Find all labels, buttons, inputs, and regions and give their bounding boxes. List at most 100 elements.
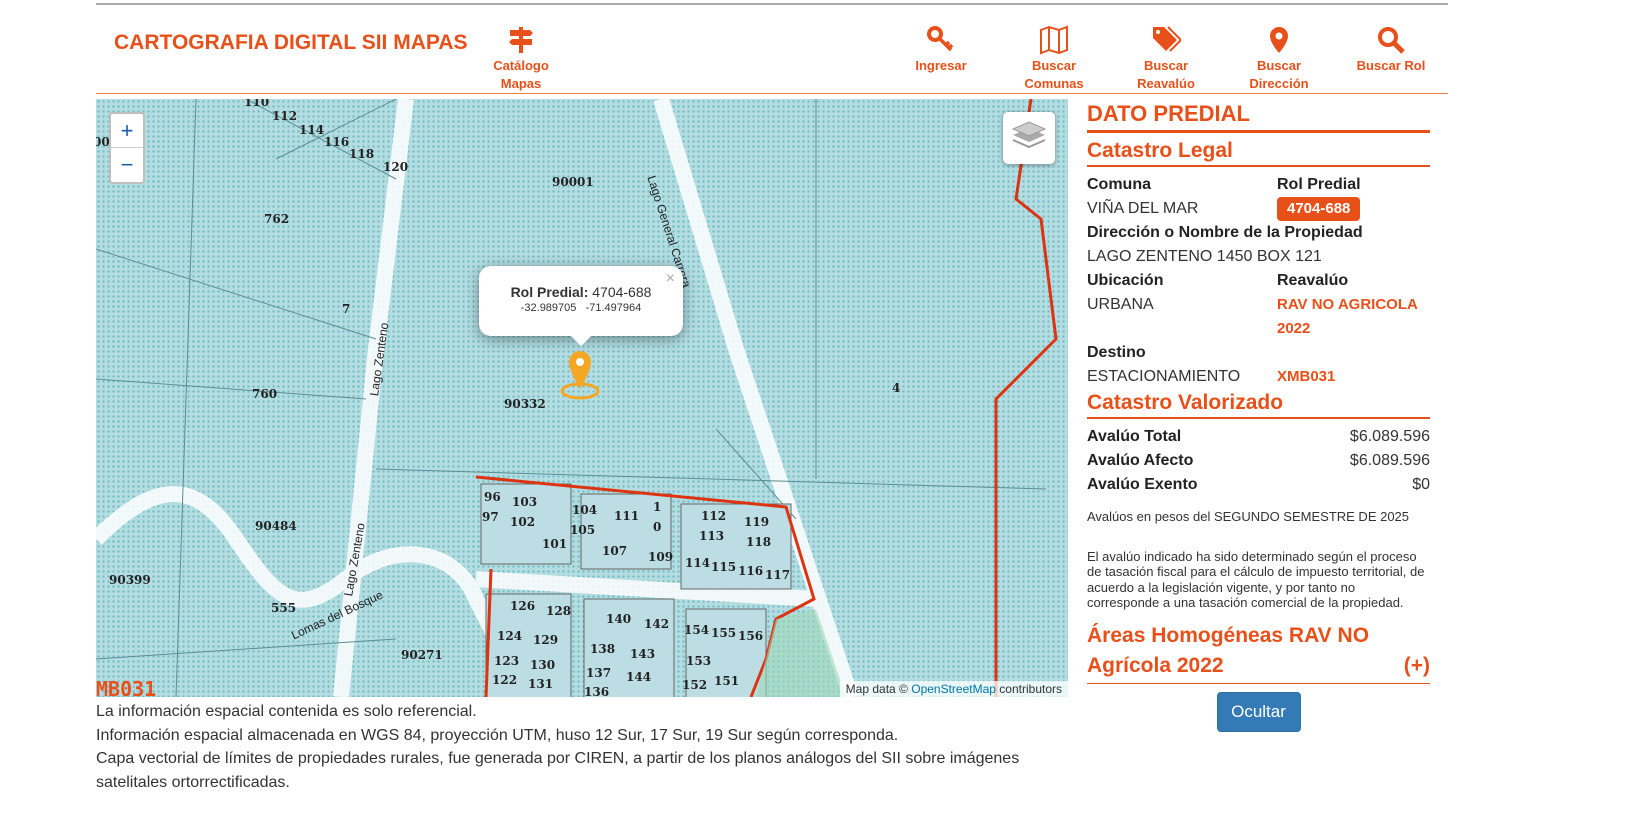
parcel-label: 119 bbox=[744, 515, 770, 529]
map-popup: × Rol Predial: 4704-688 -32.989705 -71.4… bbox=[479, 266, 683, 346]
parcel-label: 153 bbox=[686, 654, 712, 668]
nav-buscar-comunas[interactable]: Buscar Comunas bbox=[999, 25, 1109, 93]
reavaluo-link[interactable]: RAV NO AGRICOLA bbox=[1277, 293, 1467, 317]
reavaluo-year[interactable]: 2022 bbox=[1277, 317, 1467, 341]
popup-close-button[interactable]: × bbox=[666, 270, 675, 288]
map-attribution: Map data © OpenStreetMap contributors bbox=[839, 681, 1068, 697]
parcel-label: 0 bbox=[653, 520, 662, 534]
ubicacion-value: URBANA bbox=[1087, 296, 1154, 313]
map-marker-icon[interactable] bbox=[558, 349, 602, 401]
parcel-label: 130 bbox=[530, 658, 556, 672]
parcel-label: 102 bbox=[510, 515, 536, 529]
map-notes: La información espacial contenida es sol… bbox=[96, 700, 1068, 794]
parcel-label: 112 bbox=[272, 109, 298, 123]
parcel-label: 97 bbox=[482, 510, 499, 524]
attribution-text: Map data © bbox=[845, 682, 908, 696]
parcel-label: 143 bbox=[630, 647, 656, 661]
nav-label: Reavalúo bbox=[1137, 76, 1195, 91]
attribution-text: contributors bbox=[999, 682, 1062, 696]
rol-label: Rol Predial bbox=[1277, 176, 1361, 193]
parcel-label: 122 bbox=[492, 673, 518, 687]
parcel-label: 90332 bbox=[504, 397, 546, 411]
parcel-label: 118 bbox=[746, 535, 772, 549]
parcel-label: 115 bbox=[711, 560, 737, 574]
layers-icon bbox=[1011, 121, 1047, 149]
parcel-label: 140 bbox=[606, 612, 632, 626]
direccion-value: LAGO ZENTENO 1450 BOX 121 bbox=[1087, 248, 1322, 265]
parcel-label: 103 bbox=[512, 495, 538, 509]
parcel-label: 131 bbox=[528, 677, 554, 691]
nav-label: Mapas bbox=[500, 76, 542, 91]
app-title: CARTOGRAFIA DIGITAL SII MAPAS bbox=[114, 31, 468, 54]
avaluo-period-note: Avalúos en pesos del SEGUNDO SEMESTRE DE… bbox=[1087, 509, 1410, 524]
avaluo-exento-value: $0 bbox=[1412, 476, 1430, 493]
parcel-label: 154 bbox=[684, 623, 710, 637]
map-icon bbox=[1040, 25, 1068, 55]
parcel-label: 118 bbox=[349, 147, 375, 161]
panel-title: DATO PREDIAL bbox=[1087, 99, 1430, 133]
parcel-label: 117 bbox=[765, 568, 791, 582]
header: CARTOGRAFIA DIGITAL SII MAPAS Catálogo Ma… bbox=[96, 5, 1448, 94]
parcel-label: 96 bbox=[484, 490, 501, 504]
parcel-label: 129 bbox=[533, 633, 559, 647]
avaluo-afecto-label: Avalúo Afecto bbox=[1087, 452, 1194, 469]
note-line: Capa vectorial de límites de propiedades… bbox=[96, 750, 1020, 791]
parcel-label: 90484 bbox=[255, 519, 297, 533]
parcel-label: 116 bbox=[324, 135, 350, 149]
parcel-label: 110 bbox=[244, 99, 270, 109]
parcel-label: 114 bbox=[299, 123, 325, 137]
parcel-label: 114 bbox=[685, 556, 711, 570]
direccion-label: Dirección o Nombre de la Propiedad bbox=[1087, 224, 1363, 241]
parcel-label: 126 bbox=[510, 599, 536, 613]
nav-label: Buscar bbox=[1031, 58, 1077, 73]
nav-label: Catálogo bbox=[493, 58, 549, 73]
nav-buscar-direccion[interactable]: Buscar Dirección bbox=[1224, 25, 1334, 93]
parcel-label: 7 bbox=[342, 302, 351, 316]
osm-link[interactable]: OpenStreetMap bbox=[911, 682, 996, 696]
nav-catalogo-mapas[interactable]: Catálogo Mapas bbox=[466, 25, 576, 93]
parcel-label: 760 bbox=[252, 387, 278, 401]
nav-label: Ingresar bbox=[915, 58, 967, 73]
zoom-in-button[interactable]: + bbox=[111, 114, 143, 148]
parcel-label: 152 bbox=[682, 678, 708, 692]
popup-rol: 4704-688 bbox=[592, 284, 652, 300]
parcel-label: 1 bbox=[653, 500, 662, 514]
parcel-label: 555 bbox=[271, 601, 297, 615]
reavaluo-label: Reavalúo bbox=[1277, 272, 1349, 289]
parcel-label: 128 bbox=[546, 604, 572, 618]
areas-title: Áreas Homogéneas RAV NO bbox=[1087, 623, 1370, 647]
nav-buscar-rol[interactable]: Buscar Rol bbox=[1336, 25, 1446, 75]
note-line: Información espacial almacenada en WGS 8… bbox=[96, 726, 899, 744]
parcel-label: 105 bbox=[570, 523, 596, 537]
parcel-label: 112 bbox=[701, 509, 727, 523]
hide-button[interactable]: Ocultar bbox=[1216, 691, 1301, 732]
section-catastro-valorizado: Catastro Valorizado bbox=[1087, 389, 1430, 419]
nav-ingresar[interactable]: Ingresar bbox=[886, 25, 996, 75]
areas-title: Agrícola 2022 bbox=[1087, 653, 1224, 677]
tags-icon bbox=[1153, 26, 1181, 52]
parcel-label: 113 bbox=[699, 529, 725, 543]
avaluo-total-label: Avalúo Total bbox=[1087, 428, 1182, 445]
parcel-label: 138 bbox=[590, 642, 616, 656]
popup-lat: -32.989705 bbox=[520, 302, 577, 314]
parcel-label: 142 bbox=[644, 617, 670, 631]
parcel-label: 101 bbox=[542, 537, 568, 551]
avaluo-total-value: $6.089.596 bbox=[1349, 428, 1430, 445]
expand-toggle[interactable]: (+) bbox=[1404, 651, 1430, 681]
parcel-label: 120 bbox=[383, 160, 409, 174]
parcel-label: 90001 bbox=[552, 175, 594, 189]
section-areas-homogeneas[interactable]: Áreas Homogéneas RAV NO Agrícola 2022 (+) bbox=[1087, 611, 1430, 684]
comuna-label: Comuna bbox=[1087, 176, 1151, 193]
destino-value: ESTACIONAMIENTO bbox=[1087, 368, 1241, 385]
map-view[interactable]: 110 112 114 116 118 120 90001 762 7 760 … bbox=[96, 99, 1068, 697]
destino-code: XMB031 bbox=[1277, 368, 1336, 385]
zoom-out-button[interactable]: − bbox=[111, 148, 143, 182]
nav-buscar-reavaluo[interactable]: Buscar Reavalúo bbox=[1111, 25, 1221, 93]
parcel-label: 116 bbox=[738, 564, 764, 578]
signpost-icon bbox=[509, 27, 533, 53]
comuna-value: VIÑA DEL MAR bbox=[1087, 200, 1199, 217]
section-catastro-legal: Catastro Legal bbox=[1087, 133, 1430, 167]
search-icon bbox=[1378, 27, 1405, 54]
parcel-label: 136 bbox=[584, 685, 610, 697]
layers-button[interactable] bbox=[1003, 112, 1055, 164]
